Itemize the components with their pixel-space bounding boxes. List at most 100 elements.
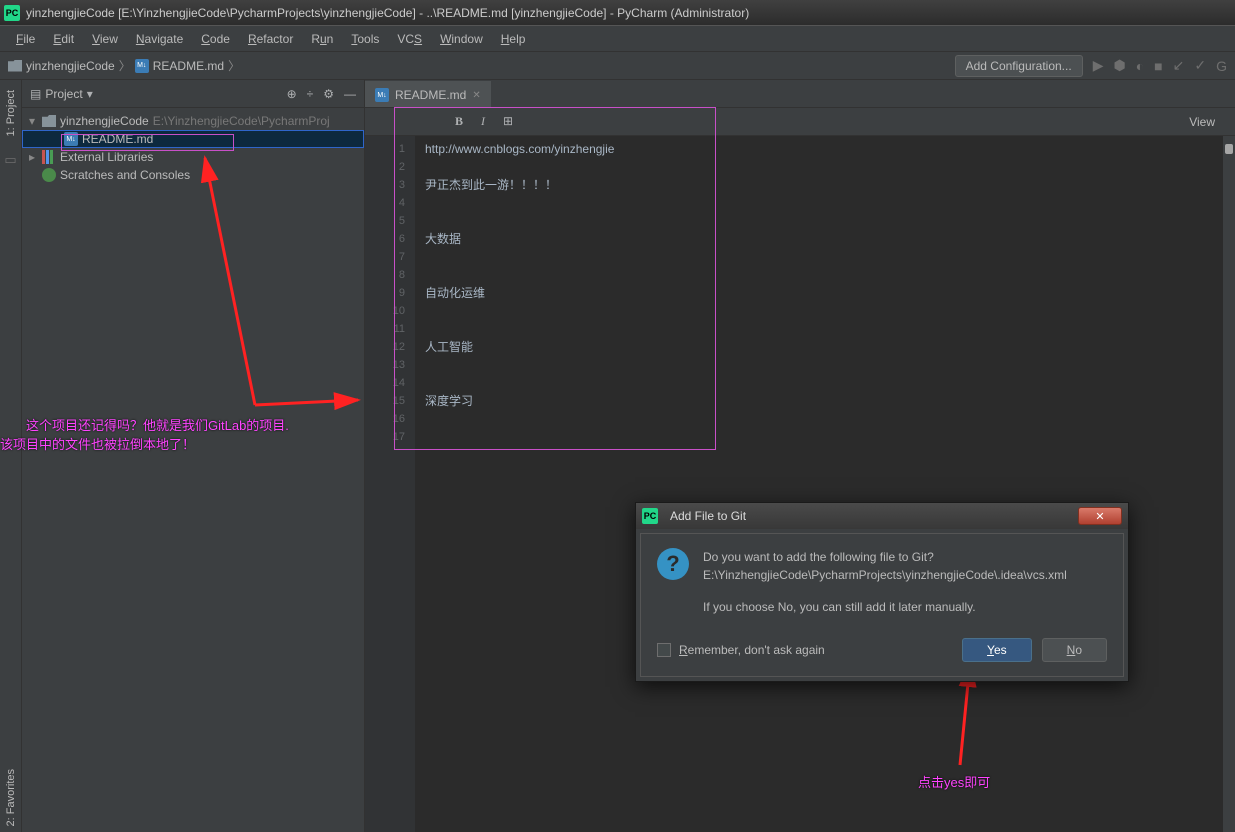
rail-favorites[interactable]: 2: Favorites [5, 763, 17, 832]
dialog-title-text: Add File to Git [670, 509, 746, 523]
menu-file[interactable]: File [8, 29, 43, 49]
run-icon[interactable]: ▶ [1093, 57, 1104, 74]
editor-content[interactable]: 1 2 3 4 5 6 7 8 9 10 11 12 13 14 15 16 1… [365, 136, 1235, 832]
code-line [425, 194, 1225, 212]
tree-root-path: E:\YinzhengjieCode\PycharmProj [153, 114, 330, 128]
navbar: yinzhengjieCode 〉 M↓ README.md 〉 Add Con… [0, 52, 1235, 80]
menu-vcs[interactable]: VCS [389, 29, 430, 49]
add-configuration-button[interactable]: Add Configuration... [955, 55, 1083, 77]
hide-icon[interactable]: — [344, 87, 356, 101]
line-number: 5 [369, 212, 405, 230]
markdown-icon: M↓ [135, 59, 149, 73]
left-rail: 1: Project ▭ 2: Favorites [0, 80, 22, 832]
yes-button[interactable]: Yes [962, 638, 1032, 662]
tree-scratches[interactable]: Scratches and Consoles [22, 166, 364, 184]
window-titlebar: PC yinzhengjieCode [E:\YinzhengjieCode\P… [0, 0, 1235, 26]
line-number: 8 [369, 266, 405, 284]
code-line [425, 212, 1225, 230]
no-button[interactable]: No [1042, 638, 1107, 662]
dropdown-icon[interactable]: ▾ [87, 87, 93, 101]
line-number: 4 [369, 194, 405, 212]
project-view-icon: ▤ [30, 87, 41, 101]
code-area[interactable]: http://www.cnblogs.com/yinzhengjie 尹正杰到此… [415, 136, 1235, 832]
breadcrumb-project[interactable]: yinzhengjieCode [8, 59, 115, 73]
markdown-toolbar: B I ⊞ View [365, 108, 1235, 136]
line-number: 12 [369, 338, 405, 356]
tree-scratches-label: Scratches and Consoles [60, 168, 190, 182]
close-icon[interactable]: ✕ [472, 90, 480, 101]
add-file-to-git-dialog: PC Add File to Git ✕ ? Do you want to ad… [635, 502, 1129, 682]
menu-refactor[interactable]: Refactor [240, 29, 301, 49]
project-panel: ▤ Project ▾ ⊕ ÷ ⚙ — ▾ yinzhengjieCode E:… [22, 80, 365, 832]
code-line: 自动化运维 [425, 284, 1225, 302]
dialog-body: ? Do you want to add the following file … [640, 533, 1124, 677]
menu-help[interactable]: Help [493, 29, 534, 49]
code-line: http://www.cnblogs.com/yinzhengjie [425, 140, 1225, 158]
collapse-icon[interactable]: ⊕ [287, 87, 297, 101]
view-mode-label[interactable]: View [1189, 115, 1215, 129]
dialog-titlebar[interactable]: PC Add File to Git ✕ [636, 503, 1128, 529]
pycharm-icon: PC [4, 5, 20, 21]
git-icon[interactable]: G [1216, 58, 1227, 74]
rail-project[interactable]: 1: Project [5, 84, 17, 142]
tree-file-readme[interactable]: M↓ README.md [22, 130, 364, 148]
settings-icon[interactable]: ⚙ [323, 87, 334, 101]
menu-code[interactable]: Code [193, 29, 238, 49]
code-line [425, 374, 1225, 392]
breadcrumb-project-label: yinzhengjieCode [26, 59, 115, 73]
tree-root[interactable]: ▾ yinzhengjieCode E:\YinzhengjieCode\Pyc… [22, 112, 364, 130]
stop-icon[interactable]: ■ [1154, 58, 1162, 74]
tab-readme[interactable]: M↓ README.md ✕ [365, 81, 491, 107]
commit-icon[interactable]: ✓ [1194, 57, 1206, 74]
menu-view[interactable]: View [84, 29, 126, 49]
code-line: 深度学习 [425, 392, 1225, 410]
remember-label[interactable]: Remember, don't ask again [679, 643, 825, 657]
code-line [425, 410, 1225, 428]
coverage-icon[interactable]: ◐ [1136, 58, 1144, 74]
tree-external-libraries[interactable]: ▸ External Libraries [22, 148, 364, 166]
scrollbar-thumb[interactable] [1225, 144, 1233, 154]
markdown-icon: M↓ [64, 132, 78, 146]
menu-run[interactable]: Run [303, 29, 341, 49]
breadcrumb-file-label: README.md [153, 59, 224, 73]
line-number: 1 [369, 140, 405, 158]
chevron-down-icon[interactable]: ▾ [26, 114, 38, 128]
table-icon[interactable]: ⊞ [503, 114, 513, 129]
line-number: 9 [369, 284, 405, 302]
italic-icon[interactable]: I [481, 114, 485, 129]
chevron-right-icon[interactable]: ▸ [26, 150, 38, 164]
pycharm-icon: PC [642, 508, 658, 524]
scratches-icon [42, 168, 56, 182]
markdown-icon: M↓ [375, 88, 389, 102]
update-icon[interactable]: ↙ [1173, 57, 1185, 74]
menu-navigate[interactable]: Navigate [128, 29, 191, 49]
code-line [425, 428, 1225, 446]
line-number: 7 [369, 248, 405, 266]
menu-window[interactable]: Window [432, 29, 491, 49]
menu-edit[interactable]: Edit [45, 29, 82, 49]
project-panel-header: ▤ Project ▾ ⊕ ÷ ⚙ — [22, 80, 364, 108]
line-number: 14 [369, 374, 405, 392]
breadcrumb-sep2: 〉 [228, 57, 240, 74]
line-number: 11 [369, 320, 405, 338]
breadcrumb-file[interactable]: M↓ README.md [135, 59, 224, 73]
code-line [425, 158, 1225, 176]
window-title: yinzhengjieCode [E:\YinzhengjieCode\Pych… [26, 6, 749, 20]
line-number: 13 [369, 356, 405, 374]
dialog-line2: E:\YinzhengjieCode\PycharmProjects\yinzh… [703, 566, 1067, 584]
info-icon: ? [657, 548, 689, 580]
menubar: File Edit View Navigate Code Refactor Ru… [0, 26, 1235, 52]
dialog-line3: If you choose No, you can still add it l… [703, 598, 1067, 616]
scrollbar[interactable] [1223, 136, 1235, 832]
remember-checkbox[interactable] [657, 643, 671, 657]
bold-icon[interactable]: B [455, 114, 463, 129]
menu-tools[interactable]: Tools [343, 29, 387, 49]
close-button[interactable]: ✕ [1078, 507, 1122, 525]
project-panel-title[interactable]: Project [45, 87, 82, 101]
debug-icon[interactable]: ⬢ [1113, 57, 1125, 74]
scroll-icon[interactable]: ÷ [307, 87, 314, 101]
editor-area: M↓ README.md ✕ B I ⊞ View 1 2 3 4 5 6 7 … [365, 80, 1235, 832]
code-line: 人工智能 [425, 338, 1225, 356]
line-number: 17 [369, 428, 405, 446]
structure-icon[interactable]: ▭ [4, 152, 16, 168]
